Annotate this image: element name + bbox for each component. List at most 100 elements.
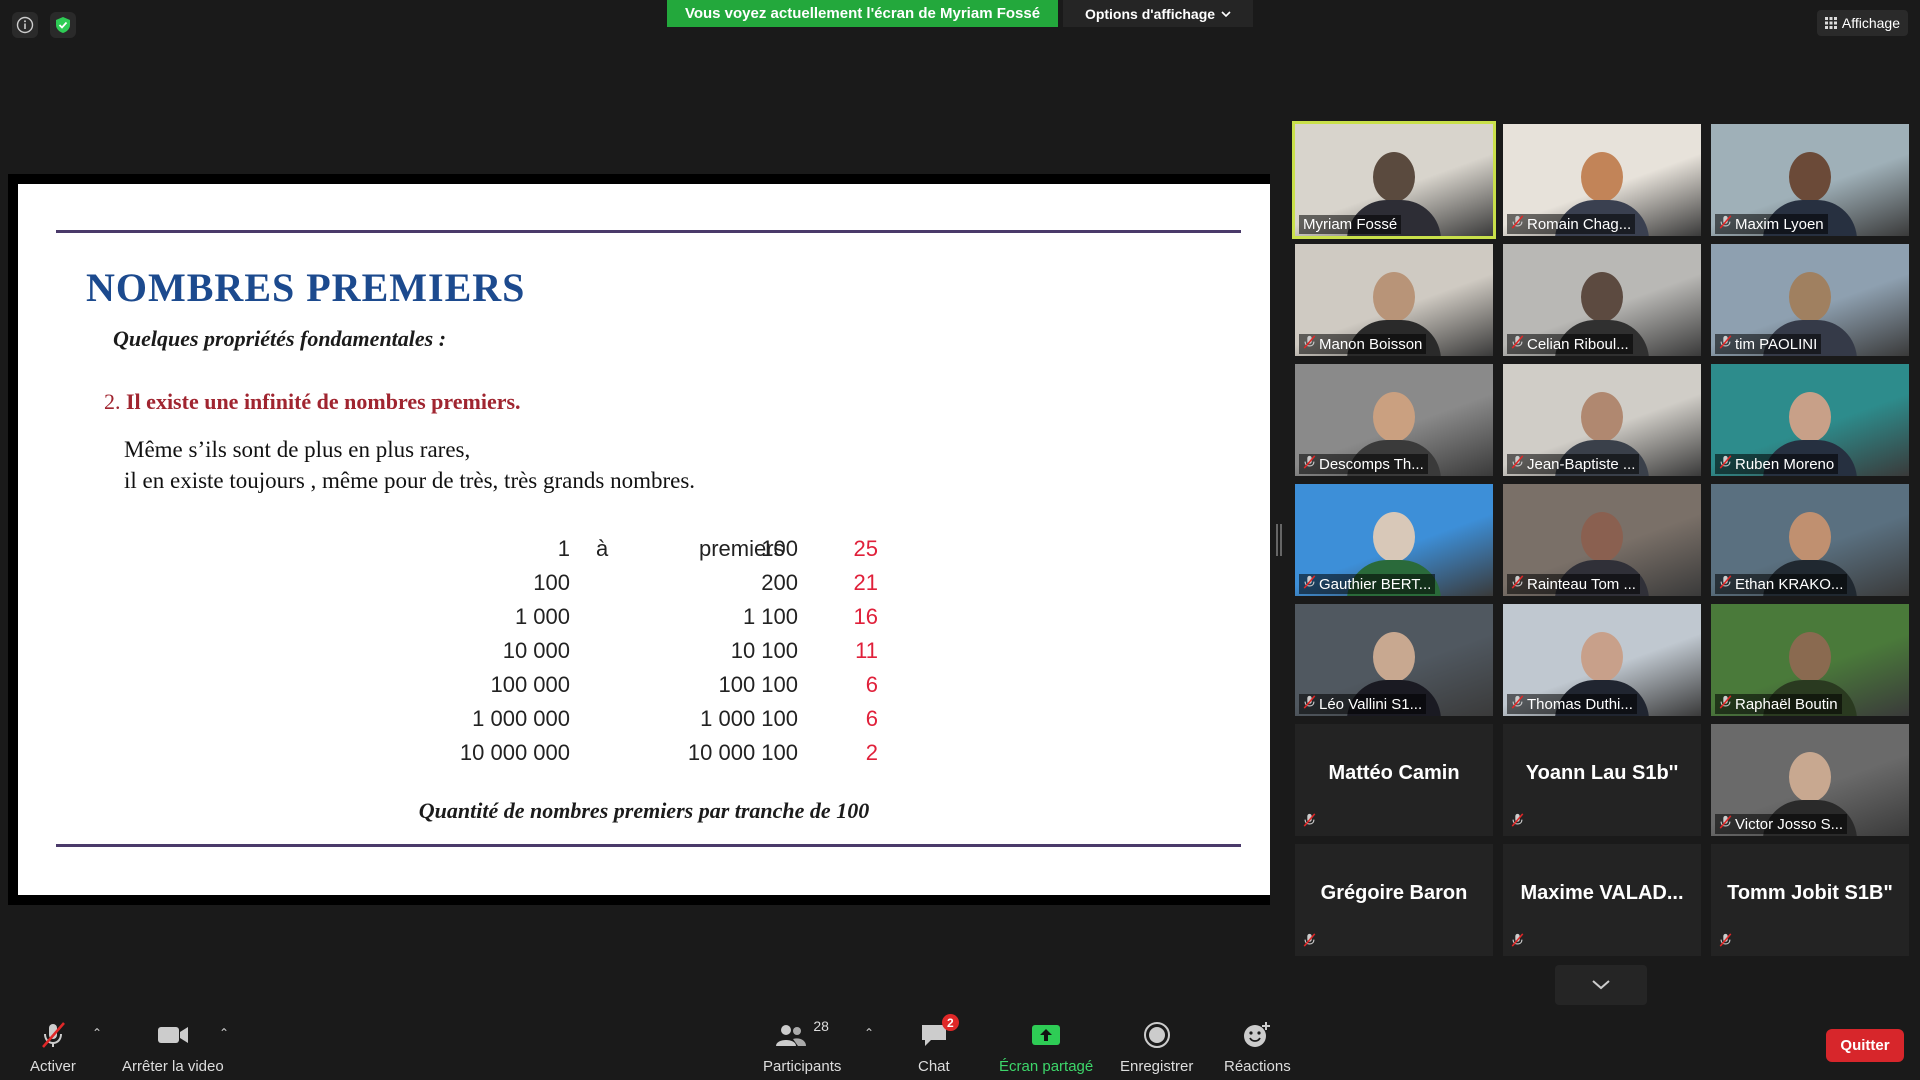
participant-tile[interactable]: Thomas Duthi... [1503,604,1701,716]
microphone-muted-icon [1511,575,1524,593]
participant-tile[interactable]: Léo Vallini S1... [1295,604,1493,716]
participants-options-caret[interactable]: ⌃ [864,1026,874,1040]
microphone-muted-icon [1511,933,1524,952]
unmute-button[interactable]: Activer [30,1018,76,1075]
participant-tile[interactable]: Manon Boisson [1295,244,1493,356]
range-start: 1 [557,536,570,561]
participants-count: 28 [813,1018,829,1034]
participant-tile[interactable]: Rainteau Tom ... [1503,484,1701,596]
participant-tile[interactable]: Grégoire Baron [1295,844,1493,956]
participant-tile[interactable]: Ethan KRAKO... [1711,484,1909,596]
record-label: Enregistrer [1120,1058,1194,1075]
participant-name-label: Maxim Lyoen [1715,214,1828,234]
participant-name-label: tim PAOLINI [1715,334,1822,354]
microphone-muted-icon [1303,695,1316,713]
participant-name: Rainteau Tom ... [1527,575,1636,593]
participant-name-label: Raphaël Boutin [1715,694,1842,714]
prime-count: 2 [865,740,878,765]
participant-tile[interactable]: Descomps Th... [1295,364,1493,476]
record-icon [1143,1022,1170,1048]
participant-name: Ruben Moreno [1735,455,1835,473]
prime-count: 21 [853,570,878,595]
gallery-next-page-button[interactable] [1555,965,1647,1005]
slide-body-line: il en existe toujours , même pour de trè… [124,468,696,493]
slide-bottom-rule [56,844,1241,847]
participant-name: Maxim Lyoen [1735,215,1824,233]
security-shield-icon[interactable] [50,12,76,38]
participant-tile[interactable]: Yoann Lau S1b'' [1503,724,1701,836]
participant-name: Maxime VALAD... [1520,882,1684,904]
layout-button-label: Affichage [1841,15,1900,31]
split-resize-handle[interactable] [1276,524,1282,556]
layout-button[interactable]: Affichage [1816,10,1908,36]
slide-body-line: Même s’ils sont de plus en plus rares, [124,437,471,462]
range-start: 10 000 000 [459,740,570,765]
participant-head [1789,272,1831,322]
participant-head [1373,272,1415,322]
participant-head [1581,272,1623,322]
participant-tile[interactable]: Jean-Baptiste ... [1503,364,1701,476]
video-options-caret[interactable]: ⌃ [219,1026,229,1040]
participant-tile[interactable]: Raphaël Boutin [1711,604,1909,716]
microphone-muted-icon [1511,813,1524,832]
slide-point: 2. Il existe une infinité de nombres pre… [104,389,521,415]
participant-tile[interactable]: Romain Chag... [1503,124,1701,236]
participant-name: Manon Boisson [1319,335,1423,353]
participants-button[interactable]: 28 Participants [763,1018,841,1075]
chat-button[interactable]: 2 Chat [918,1014,959,1075]
info-icon[interactable] [12,12,38,38]
participant-name-label: Jean-Baptiste ... [1507,454,1640,474]
slide-top-rule [56,230,1241,233]
participant-head [1581,632,1623,682]
share-screen-label: Écran partagé [999,1058,1094,1075]
participant-name: Thomas Duthi... [1527,695,1633,713]
participant-name: Jean-Baptiste ... [1527,455,1636,473]
participant-tile[interactable]: Celian Riboul... [1503,244,1701,356]
audio-options-caret[interactable]: ⌃ [92,1026,102,1040]
participant-tile[interactable]: Gauthier BERT... [1295,484,1493,596]
participant-tile[interactable]: Maxim Lyoen [1711,124,1909,236]
participant-tile[interactable]: tim PAOLINI [1711,244,1909,356]
microphone-muted-icon [1511,335,1524,353]
participant-name: tim PAOLINI [1735,335,1818,353]
participant-head [1581,152,1623,202]
prime-count: 6 [865,706,878,731]
microphone-muted-icon [1511,215,1524,233]
quit-meeting-button[interactable]: Quitter [1826,1029,1904,1062]
participant-head [1789,752,1831,802]
prime-count: 11 [855,638,878,663]
participant-head [1373,512,1415,562]
participant-tile[interactable]: Victor Josso S... [1711,724,1909,836]
microphone-muted-icon [1511,695,1524,713]
presentation-slide: NOMBRES PREMIERS Quelques propriétés fon… [18,184,1270,895]
participant-tile[interactable]: Tomm Jobit S1B" [1711,844,1909,956]
participant-tile[interactable]: Maxime VALAD... [1503,844,1701,956]
share-screen-button[interactable]: Écran partagé [999,1018,1093,1075]
participant-tile[interactable]: Mattéo Camin [1295,724,1493,836]
participant-tile[interactable]: Ruben Moreno [1711,364,1909,476]
stop-video-button[interactable]: Arrêter la video [122,1018,224,1075]
microphone-muted-icon [41,1022,65,1048]
record-button[interactable]: Enregistrer [1120,1018,1193,1075]
participant-head [1373,392,1415,442]
microphone-muted-icon [1719,695,1732,713]
video-camera-icon [157,1027,188,1043]
reactions-button[interactable]: Réactions [1224,1018,1291,1075]
participant-name: Descomps Th... [1319,455,1424,473]
range-separator: à [596,536,609,561]
reactions-label: Réactions [1224,1058,1291,1075]
prime-count: 16 [853,604,878,629]
range-start: 1 000 [514,604,570,629]
microphone-muted-icon [1719,815,1732,833]
participant-name: Myriam Fossé [1303,216,1398,233]
participant-head [1789,512,1831,562]
slide-caption: Quantité de nombres premiers par tranche… [418,798,870,823]
participant-name: Grégoire Baron [1320,882,1468,904]
participant-tile[interactable]: Myriam Fossé [1292,121,1496,239]
view-options-button[interactable]: Options d'affichage [1063,0,1253,27]
participant-head [1373,152,1415,202]
microphone-muted-icon [1719,933,1732,952]
microphone-muted-icon [1719,335,1732,353]
participant-name-label: Descomps Th... [1299,454,1428,474]
participant-name-label: Thomas Duthi... [1507,694,1637,714]
